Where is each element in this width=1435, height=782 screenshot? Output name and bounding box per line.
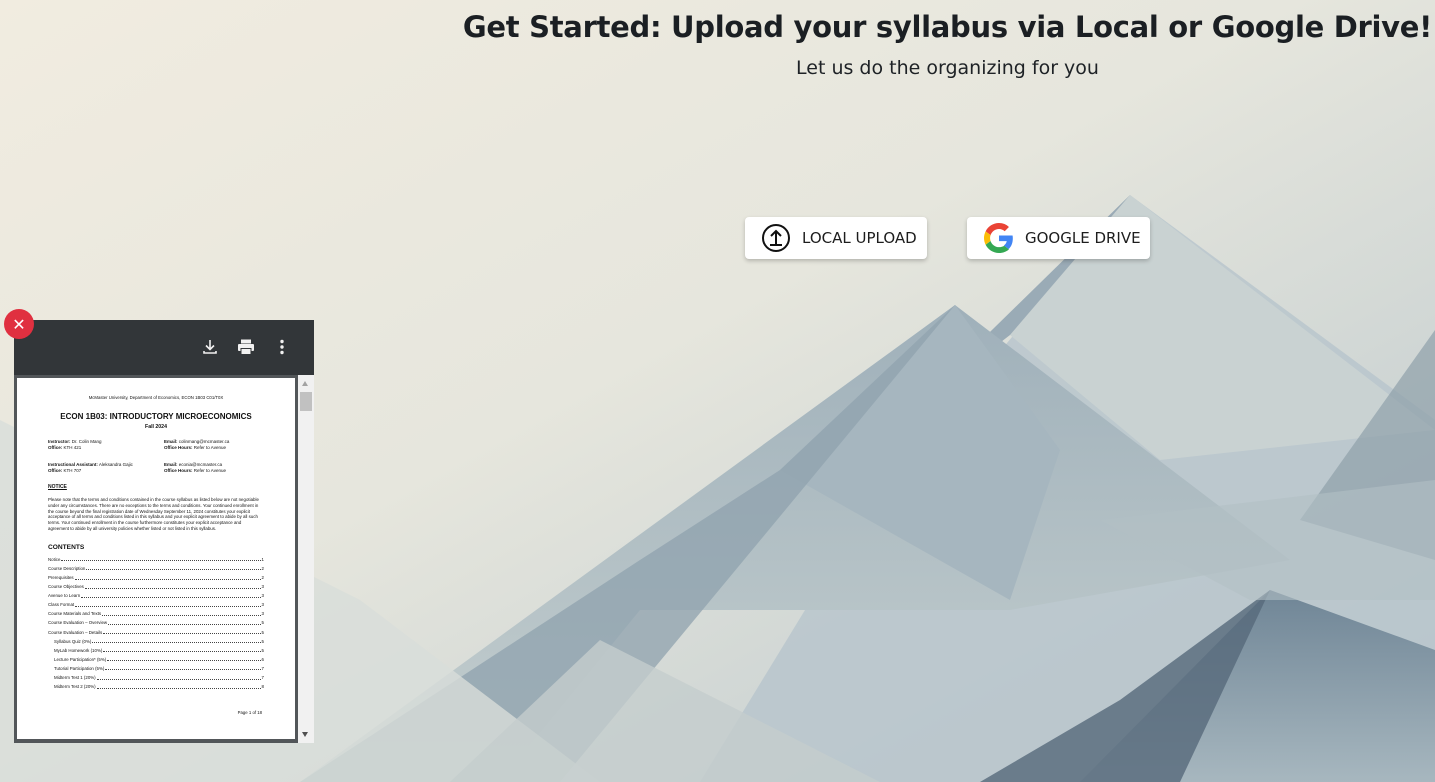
more-vert-icon[interactable] <box>272 337 292 357</box>
local-upload-button[interactable]: LOCAL UPLOAD <box>745 217 927 259</box>
toc-leader-dots <box>103 630 261 635</box>
toc-row: Syllabus Quiz (0%) 5 <box>48 637 264 646</box>
toc-row: Prerequisites 2 <box>48 573 264 582</box>
viewer-scrollbar[interactable] <box>298 375 314 743</box>
toc-page-number: 5 <box>261 647 264 653</box>
page-header: Get Started: Upload your syllabus via Lo… <box>460 10 1435 79</box>
toc-row: Class Format 3 <box>48 600 264 609</box>
toc-leader-dots <box>81 594 261 598</box>
google-drive-button[interactable]: GOOGLE DRIVE <box>967 217 1150 259</box>
pdf-page-footer: Page 1 of 18 <box>237 710 262 715</box>
pdf-course-title: ECON 1B03: INTRODUCTORY MICROECONOMICS <box>60 412 252 421</box>
toc-title: Avenue to Learn <box>48 593 81 599</box>
pdf-course-term: Fall 2024 <box>145 424 167 430</box>
pdf-table-of-contents: Notice 1 Course Description 2 Prerequisites 2… <box>48 555 264 691</box>
pdf-notice-heading: NOTICE <box>48 484 67 490</box>
toc-page-number: 2 <box>261 565 264 571</box>
toc-page-number: 6 <box>261 656 264 662</box>
toc-title: Course Materials and Texts <box>48 611 102 617</box>
pdf-contents-heading: CONTENTS <box>48 543 85 551</box>
toc-leader-dots <box>102 612 261 616</box>
toc-page-number: 7 <box>261 675 264 681</box>
toc-row: Lecture Participation* (5%) 6 <box>48 655 264 664</box>
toc-page-number: 7 <box>261 665 264 671</box>
toc-row: MyLab Homework (10%) 5 <box>48 646 264 655</box>
toc-row: Midterm Test 1 (20%) 7 <box>48 673 264 682</box>
toc-leader-dots <box>108 621 261 625</box>
toc-row: Course Description 2 <box>48 564 264 573</box>
toc-leader-dots <box>74 576 261 580</box>
page-subtitle: Let us do the organizing for you <box>796 57 1099 79</box>
toc-page-number: 5 <box>261 620 264 626</box>
toc-row: Notice 1 <box>48 555 264 564</box>
toc-page-number: 8 <box>261 684 264 690</box>
toc-title: Notice <box>48 556 61 562</box>
pdf-page-header: McMaster University, Department of Econo… <box>88 395 224 400</box>
toc-leader-dots <box>61 557 261 562</box>
close-icon: ✕ <box>12 314 26 334</box>
local-upload-label: LOCAL UPLOAD <box>802 229 917 247</box>
scroll-down-arrow-icon[interactable] <box>302 732 308 737</box>
page-title: Get Started: Upload your syllabus via Lo… <box>462 10 1433 44</box>
toc-page-number: 2 <box>261 575 264 581</box>
toc-page-number: 3 <box>261 611 264 617</box>
toc-title: MyLab Homework (10%) <box>54 647 103 653</box>
pdf-viewer: McMaster University, Department of Econo… <box>14 320 314 743</box>
toc-title: Course Evaluation – Overview <box>48 620 108 626</box>
toc-title: Lecture Participation* (5%) <box>54 656 107 662</box>
toc-row: Tutorial Participation (5%) 7 <box>48 664 264 673</box>
toc-leader-dots <box>84 585 261 589</box>
toc-page-number: 5 <box>261 629 264 635</box>
print-icon[interactable] <box>236 337 256 357</box>
pdf-contact-grid: Instructor: Dr. Colin Mang Email: colinm… <box>48 439 230 473</box>
toc-row: Midterm Test 2 (20%) 8 <box>48 682 264 691</box>
toc-page-number: 1 <box>261 556 264 562</box>
toc-leader-dots <box>86 566 261 571</box>
toc-leader-dots <box>107 657 261 662</box>
toc-title: Midterm Test 1 (20%) <box>54 675 96 681</box>
toc-title: Syllabus Quiz (0%) <box>54 638 92 644</box>
scroll-up-arrow-icon[interactable] <box>302 381 308 386</box>
viewer-toolbar <box>14 320 314 375</box>
toc-title: Class Format <box>48 602 75 608</box>
toc-title: Midterm Test 2 (20%) <box>54 684 96 690</box>
toc-page-number: 5 <box>261 638 264 644</box>
toc-page-number: 3 <box>261 584 264 590</box>
toc-leader-dots <box>96 676 261 680</box>
toc-leader-dots <box>96 685 261 689</box>
pdf-page: McMaster University, Department of Econo… <box>17 378 295 739</box>
toc-row: Avenue to Learn 3 <box>48 591 264 600</box>
toc-title: Course Description <box>48 565 86 571</box>
download-icon[interactable] <box>200 337 220 357</box>
toc-row: Course Evaluation – Details 5 <box>48 628 264 637</box>
toc-title: Prerequisites <box>48 575 74 581</box>
google-logo-icon <box>984 223 1013 253</box>
toc-page-number: 3 <box>261 593 264 599</box>
close-preview-button[interactable]: ✕ <box>4 309 34 339</box>
toc-title: Course Objectives <box>48 584 84 590</box>
toc-leader-dots <box>75 603 261 607</box>
toc-title: Tutorial Participation (5%) <box>54 665 105 671</box>
toc-row: Course Evaluation – Overview 5 <box>48 618 264 627</box>
toc-leader-dots <box>92 639 261 644</box>
scrollbar-thumb[interactable] <box>300 392 312 411</box>
toc-row: Course Objectives 3 <box>48 582 264 591</box>
toc-title: Course Evaluation – Details <box>48 629 103 635</box>
toc-page-number: 3 <box>261 602 264 608</box>
google-drive-label: GOOGLE DRIVE <box>1025 229 1141 247</box>
toc-leader-dots <box>103 648 261 653</box>
toc-row: Course Materials and Texts 3 <box>48 609 264 618</box>
toc-leader-dots <box>105 666 261 671</box>
upload-icon <box>762 224 790 252</box>
pdf-notice-text: Please note that the terms and condition… <box>48 497 259 531</box>
